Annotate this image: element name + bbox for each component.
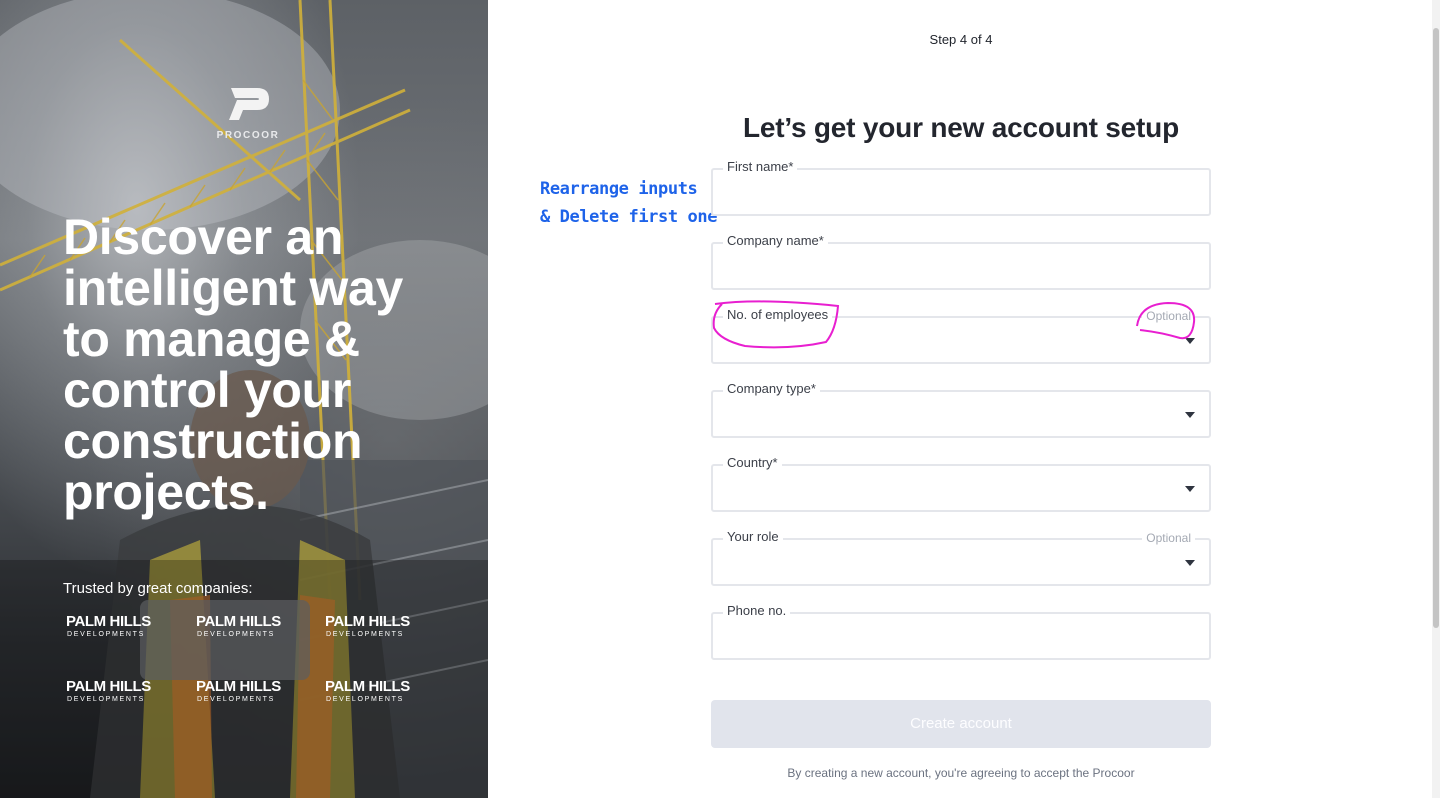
scrollbar[interactable] <box>1432 0 1440 798</box>
partner-logo: PALM HILLS DEVELOPMENTS <box>66 679 156 705</box>
terms-text: By creating a new account, you're agreei… <box>787 766 1135 780</box>
step-indicator-row: Step 4 of 4 <box>0 32 1440 47</box>
country-label: Country* <box>723 455 782 470</box>
partner-logo-name: PALM HILLS <box>66 678 151 695</box>
partner-logo-tagline: DEVELOPMENTS <box>326 696 404 703</box>
chevron-down-icon[interactable] <box>1185 486 1195 492</box>
partner-logo-name: PALM HILLS <box>196 678 281 695</box>
role-label: Your role <box>723 529 783 544</box>
chevron-down-icon[interactable] <box>1185 560 1195 566</box>
phone-label: Phone no. <box>723 603 791 618</box>
phone-field[interactable]: Phone no. <box>711 603 1211 660</box>
annotation-line: & Delete first one <box>540 207 718 227</box>
chevron-down-icon[interactable] <box>1185 338 1195 344</box>
review-annotation: Rearrange inputs & Delete first one <box>540 175 717 231</box>
company-type-select[interactable]: Company type* <box>711 381 1211 438</box>
step-indicator: Step 4 of 4 <box>929 32 993 47</box>
partner-logo: PALM HILLS DEVELOPMENTS <box>196 614 286 640</box>
partner-logo-name: PALM HILLS <box>196 613 281 630</box>
partner-logo-name: PALM HILLS <box>325 613 410 630</box>
optional-badge: Optional <box>1142 531 1195 545</box>
first-name-label: First name* <box>723 159 798 174</box>
brand-name: PROCOOR <box>216 130 280 141</box>
scrollbar-thumb[interactable] <box>1433 28 1439 628</box>
partner-logo-name: PALM HILLS <box>325 678 410 695</box>
company-name-field[interactable]: Company name* <box>711 233 1211 290</box>
role-select[interactable]: Your role Optional <box>711 529 1211 586</box>
partner-logo-tagline: DEVELOPMENTS <box>67 696 145 703</box>
country-select[interactable]: Country* <box>711 455 1211 512</box>
partner-logo: PALM HILLS DEVELOPMENTS <box>325 679 415 705</box>
hero-title: Discover an intelligent way to manage & … <box>63 209 404 520</box>
partner-logo: PALM HILLS DEVELOPMENTS <box>66 614 156 640</box>
first-name-field[interactable]: First name* <box>711 159 1211 216</box>
partner-logo-tagline: DEVELOPMENTS <box>197 696 275 703</box>
employees-select[interactable]: No. of employees Optional <box>711 307 1211 364</box>
partner-logo-name: PALM HILLS <box>66 613 151 630</box>
create-account-button[interactable]: Create account <box>711 700 1211 748</box>
company-type-label: Company type* <box>723 381 820 396</box>
procoor-logo-icon <box>229 88 269 120</box>
hero-panel: PROCOOR Discover an intelligent way to m… <box>0 0 488 798</box>
page-title: Let’s get your new account setup <box>743 112 1179 143</box>
trusted-label: Trusted by great companies: <box>63 580 253 597</box>
procoor-logo: PROCOOR <box>210 84 286 141</box>
partner-logo-tagline: DEVELOPMENTS <box>197 631 275 638</box>
partner-logo-tagline: DEVELOPMENTS <box>67 631 145 638</box>
optional-badge: Optional <box>1142 309 1195 323</box>
partner-logo: PALM HILLS DEVELOPMENTS <box>325 614 415 640</box>
partner-logo-tagline: DEVELOPMENTS <box>326 631 404 638</box>
annotation-line: Rearrange inputs <box>540 179 698 199</box>
employees-label: No. of employees <box>723 307 833 322</box>
company-name-label: Company name* <box>723 233 828 248</box>
chevron-down-icon[interactable] <box>1185 412 1195 418</box>
partner-logo: PALM HILLS DEVELOPMENTS <box>196 679 286 705</box>
